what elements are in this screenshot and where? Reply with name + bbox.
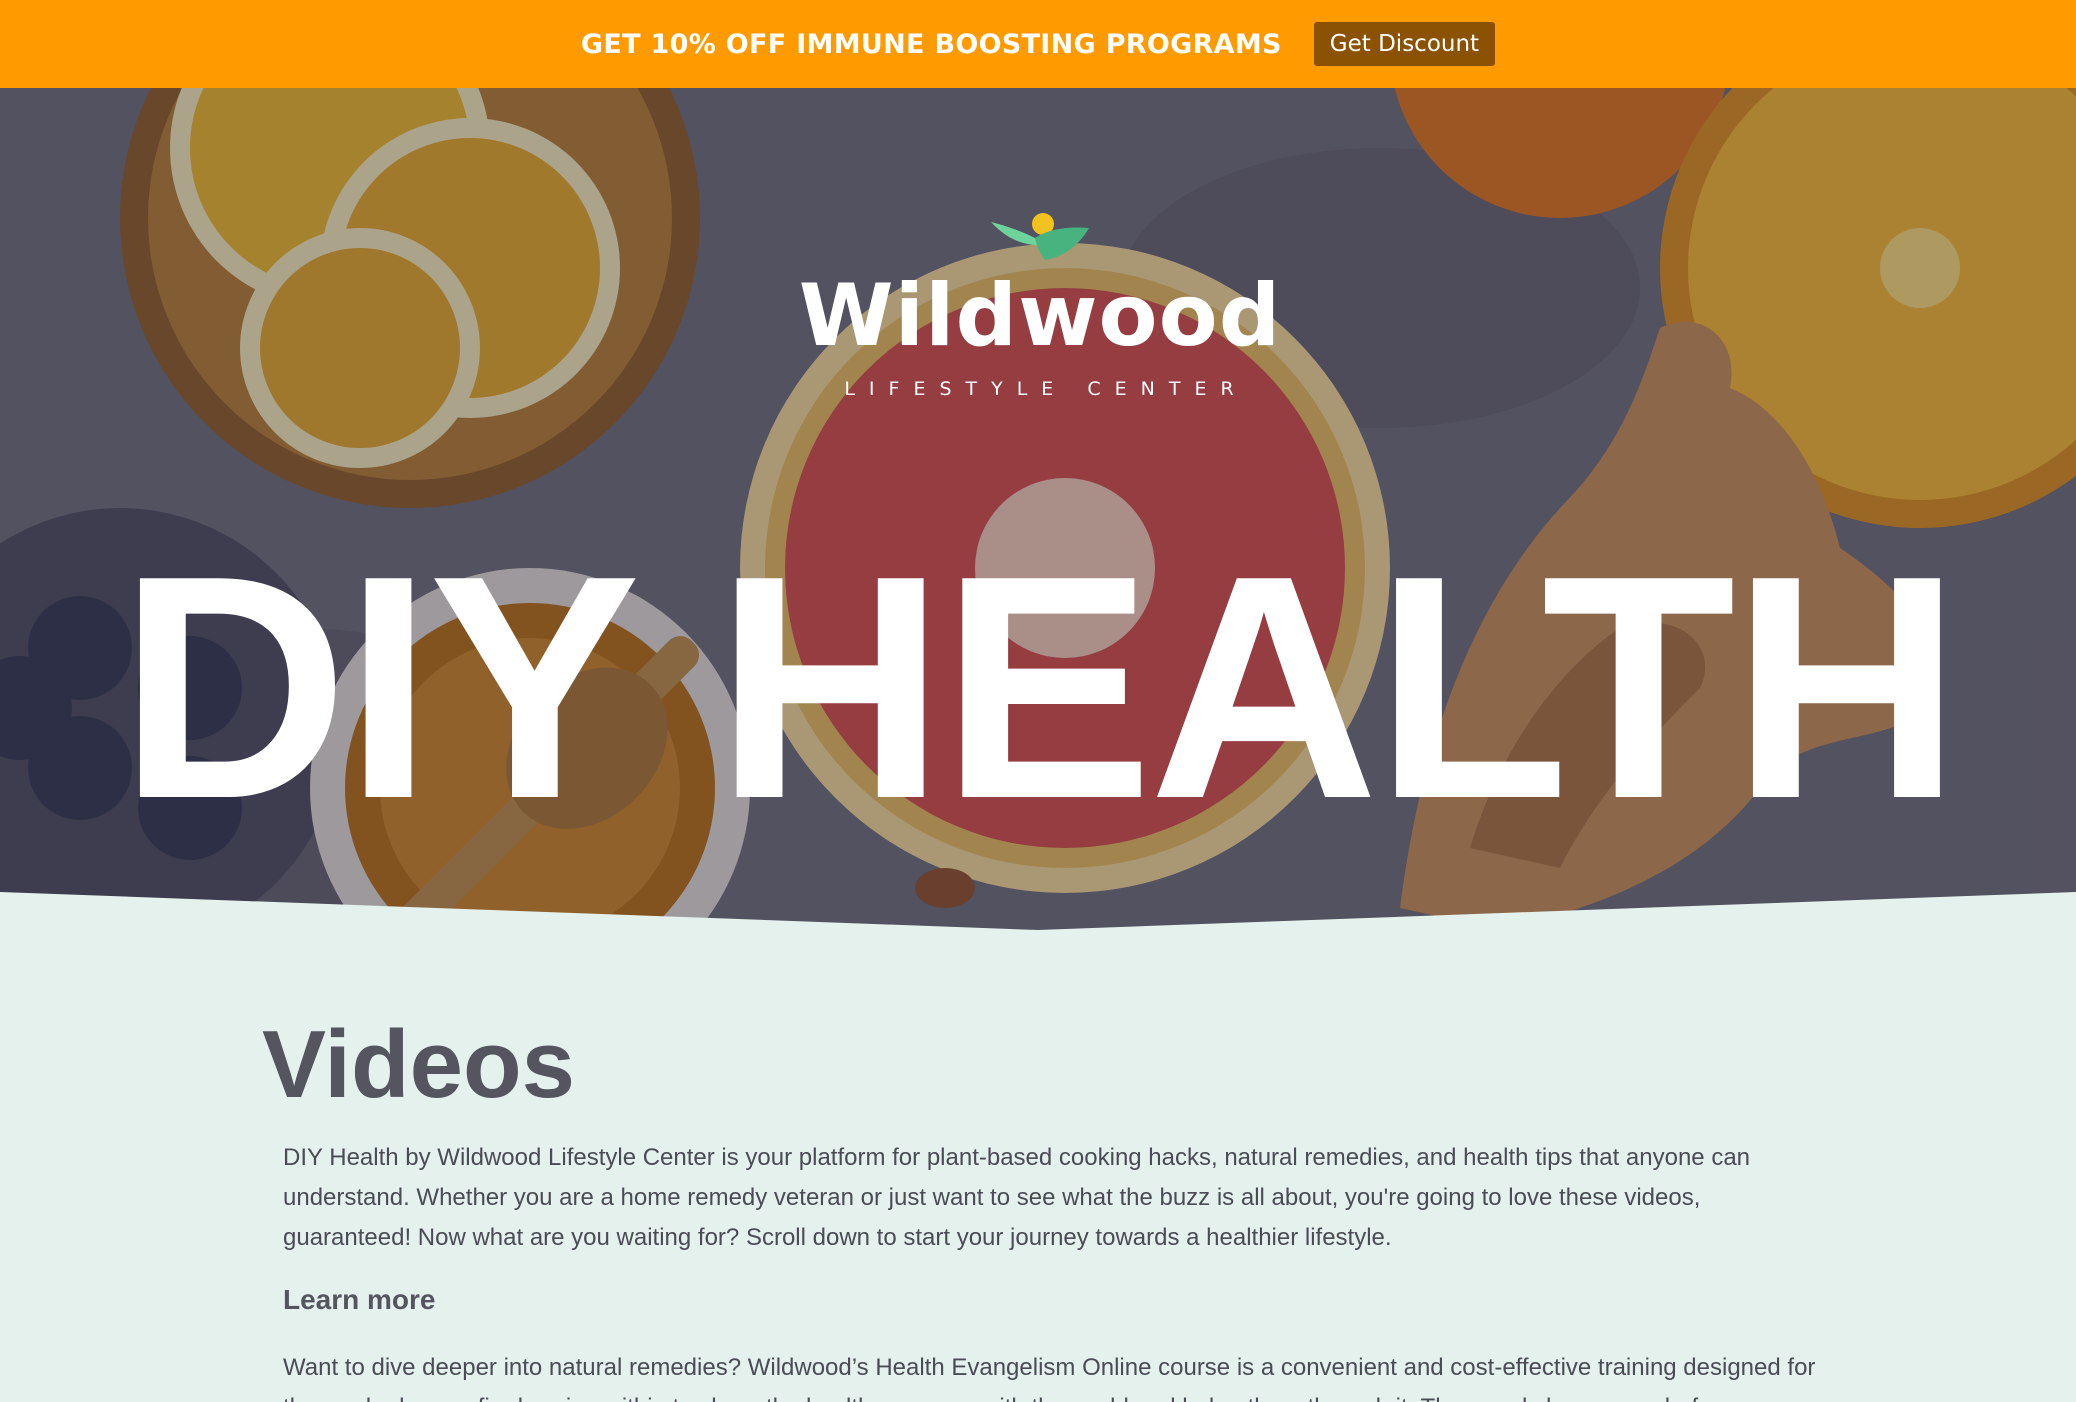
get-discount-button[interactable]: Get Discount bbox=[1313, 22, 1496, 66]
hero-bottom-wave bbox=[0, 892, 2076, 930]
hero-banner: Wildwood LIFESTYLE CENTER DIY HEALTH bbox=[0, 88, 2076, 930]
section-title: Videos bbox=[262, 1011, 576, 1118]
learn-more-heading: Learn more bbox=[283, 1284, 436, 1315]
videos-section: Videos DIY Health by Wildwood Lifestyle … bbox=[0, 930, 2076, 1402]
promo-bar: GET 10% OFF IMMUNE BOOSTING PROGRAMS Get… bbox=[0, 0, 2076, 88]
promo-text: GET 10% OFF IMMUNE BOOSTING PROGRAMS bbox=[580, 28, 1282, 60]
learn-more-paragraph: Want to dive deeper into natural remedie… bbox=[283, 1354, 1816, 1402]
intro-paragraph: DIY Health by Wildwood Lifestyle Center … bbox=[283, 1144, 1751, 1251]
